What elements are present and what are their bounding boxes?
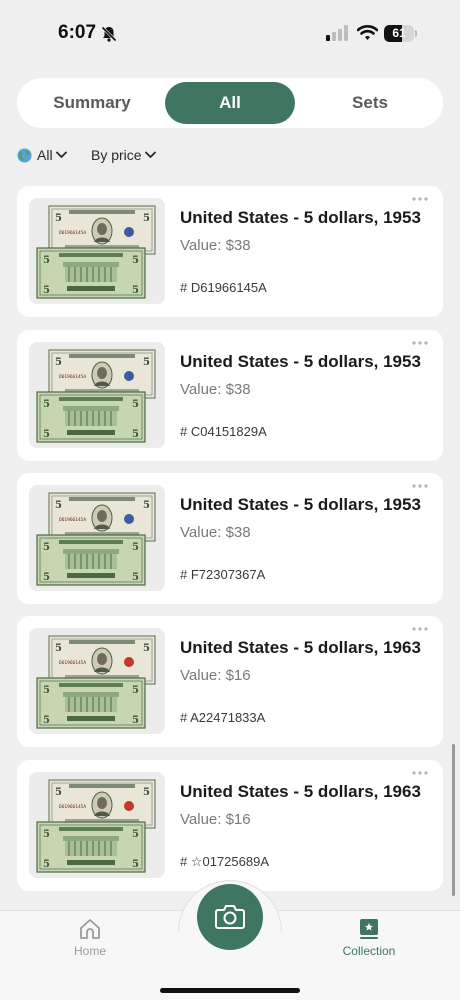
item-serial: # D61966145A [180,280,267,295]
sort-filter-label: By price [91,147,142,163]
more-options-icon[interactable] [411,483,429,489]
svg-text:D61966145A: D61966145A [59,804,86,810]
svg-text:5: 5 [132,429,139,440]
item-value: Value: $16 [180,811,251,828]
svg-text:5: 5 [55,643,62,654]
svg-text:5: 5 [143,213,150,224]
home-icon [80,919,100,939]
svg-text:5: 5 [132,255,139,266]
item-thumbnail: 5 5 D61966145A 5 5 5 5 [29,772,165,878]
svg-text:5: 5 [43,429,50,440]
item-serial: # F72307367A [180,567,266,582]
svg-text:5: 5 [143,787,150,798]
nav-home[interactable]: Home [50,917,130,958]
item-title: United States - 5 dollars, 1963 [180,638,421,657]
bell-slash-icon [101,26,117,42]
banknote-image: 5 5 D61966145A 5 5 5 5 [36,349,156,443]
collection-item-card[interactable]: 5 5 D61966145A 5 5 5 5 United States - 5… [17,330,443,461]
view-tabs: Summary All Sets [17,78,443,128]
svg-text:5: 5 [43,715,50,726]
region-filter[interactable]: All [17,145,67,165]
item-thumbnail: 5 5 D61966145A 5 5 5 5 [29,198,165,304]
banknote-image: 5 5 D61966145A 5 5 5 5 [36,492,156,586]
more-options-icon[interactable] [411,196,429,202]
signal-icon [326,25,348,41]
sort-filter[interactable]: By price [91,145,156,165]
collection-item-card[interactable]: 5 5 D61966145A 5 5 5 5 United States - 5… [17,473,443,604]
banknote-image: 5 5 D61966145A 5 5 5 5 [36,635,156,729]
battery-icon: 61 [384,25,417,42]
svg-text:5: 5 [143,500,150,511]
svg-text:5: 5 [132,542,139,553]
camera-button[interactable] [197,884,263,950]
tab-sets[interactable]: Sets [301,82,439,124]
collection-item-card[interactable]: 5 5 D61966145A 5 5 5 5 United States - 5… [17,186,443,317]
svg-text:5: 5 [132,829,139,840]
svg-text:5: 5 [43,829,50,840]
camera-icon [215,905,245,929]
item-title: United States - 5 dollars, 1953 [180,495,421,514]
wifi-icon [357,25,378,40]
more-options-icon[interactable] [411,770,429,776]
nav-home-label: Home [73,944,106,958]
tab-summary[interactable]: Summary [23,82,161,124]
item-serial: # C04151829A [180,424,267,439]
svg-text:5: 5 [43,859,50,870]
svg-text:5: 5 [132,399,139,410]
item-serial: # ☆01725689A [180,854,270,869]
home-indicator [160,988,300,993]
svg-text:5: 5 [143,357,150,368]
tab-all[interactable]: All [165,82,295,124]
svg-text:5: 5 [43,255,50,266]
collection-item-card[interactable]: 5 5 D61966145A 5 5 5 5 United States - 5… [17,616,443,747]
svg-text:D61966145A: D61966145A [59,517,86,523]
item-value: Value: $38 [180,237,251,254]
svg-text:5: 5 [43,542,50,553]
item-title: United States - 5 dollars, 1953 [180,208,421,227]
collection-item-card[interactable]: 5 5 D61966145A 5 5 5 5 United States - 5… [17,760,443,891]
svg-text:5: 5 [132,685,139,696]
item-value: Value: $16 [180,667,251,684]
status-bar: 6:07 61 [0,0,460,66]
svg-text:5: 5 [43,399,50,410]
svg-text:D61966145A: D61966145A [59,660,86,666]
item-value: Value: $38 [180,524,251,541]
svg-text:5: 5 [132,715,139,726]
svg-text:5: 5 [55,357,62,368]
banknote-image: 5 5 D61966145A 5 5 5 5 [36,205,156,299]
item-thumbnail: 5 5 D61966145A 5 5 5 5 [29,342,165,448]
item-thumbnail: 5 5 D61966145A 5 5 5 5 [29,628,165,734]
svg-text:5: 5 [55,500,62,511]
item-title: United States - 5 dollars, 1963 [180,782,421,801]
svg-text:5: 5 [143,643,150,654]
region-filter-label: All [37,147,53,163]
item-thumbnail: 5 5 D61966145A 5 5 5 5 [29,485,165,591]
chevron-down-icon [144,151,156,158]
svg-text:5: 5 [132,572,139,583]
svg-text:5: 5 [43,685,50,696]
svg-text:5: 5 [55,213,62,224]
svg-text:5: 5 [43,285,50,296]
nav-collection[interactable]: Collection [329,917,409,958]
nav-collection-label: Collection [342,944,396,958]
scrollbar[interactable] [452,744,455,896]
svg-text:D61966145A: D61966145A [59,230,86,236]
item-title: United States - 5 dollars, 1953 [180,352,421,371]
item-serial: # A22471833A [180,710,266,725]
status-time: 6:07 [58,22,97,43]
banknote-image: 5 5 D61966145A 5 5 5 5 [36,779,156,873]
svg-text:5: 5 [132,285,139,296]
item-value: Value: $38 [180,381,251,398]
svg-text:5: 5 [132,859,139,870]
svg-text:D61966145A: D61966145A [59,374,86,380]
svg-text:5: 5 [43,572,50,583]
more-options-icon[interactable] [411,340,429,346]
battery-level: 61 [392,26,406,40]
globe-icon [17,147,32,163]
collection-icon [360,919,378,939]
more-options-icon[interactable] [411,626,429,632]
svg-text:5: 5 [55,787,62,798]
chevron-down-icon [55,151,67,158]
